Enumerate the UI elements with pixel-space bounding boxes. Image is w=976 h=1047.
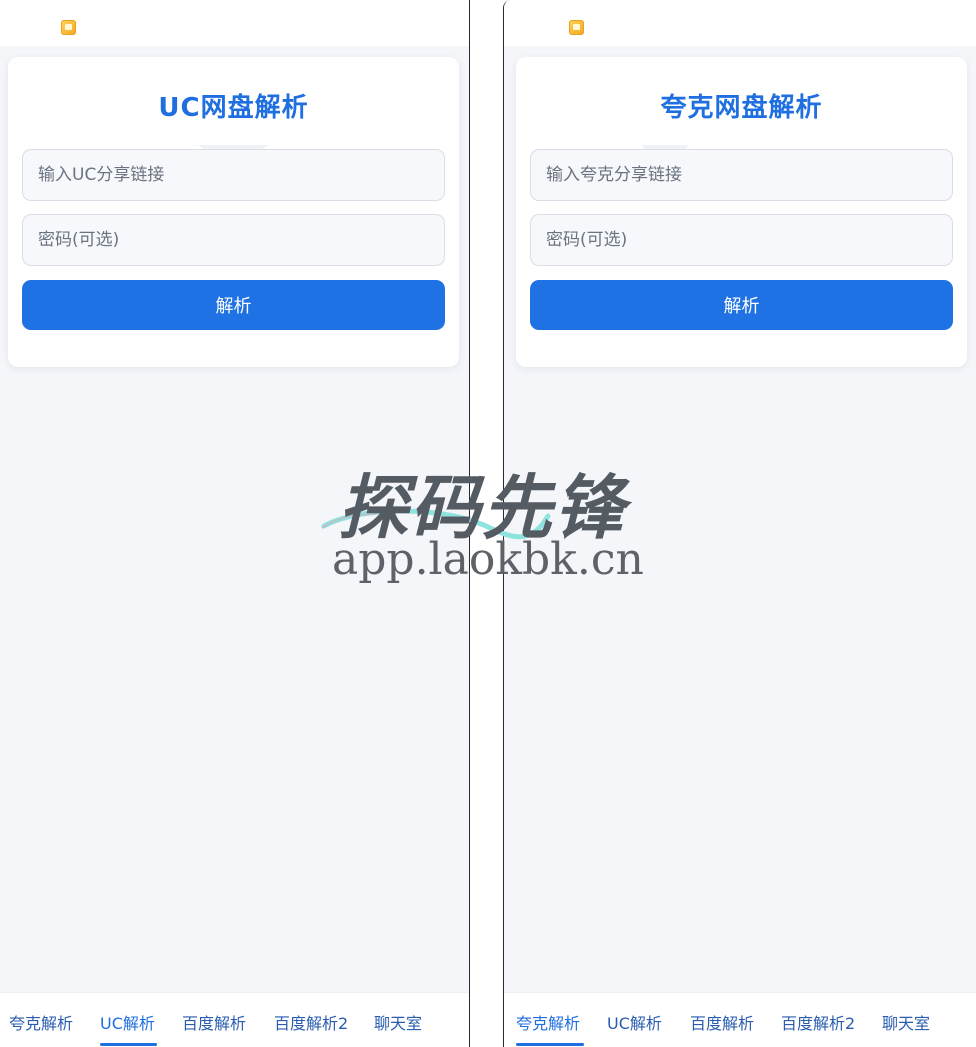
status-bar [504,0,976,46]
tab-chat-room[interactable]: 聊天室 [882,1010,930,1034]
tab-uc-parse[interactable]: UC解析 [607,1010,662,1034]
active-tab-indicator [516,1043,584,1046]
parser-card: 夸克网盘解析 解析 [516,57,967,367]
tab-quark-parse[interactable]: 夸克解析 [516,1010,580,1034]
parse-button[interactable]: 解析 [22,280,445,330]
page-title: UC网盘解析 [158,93,309,123]
tab-baidu-parse-2[interactable]: 百度解析2 [274,1010,348,1034]
bottom-tab-bar: 夸克解析 UC解析 百度解析 百度解析2 聊天室 [0,992,469,1047]
bottom-tab-bar: 夸克解析 UC解析 百度解析 百度解析2 聊天室 [504,992,976,1047]
tab-uc-parse[interactable]: UC解析 [100,1010,155,1034]
tab-quark-parse[interactable]: 夸克解析 [9,1010,73,1034]
parser-card: UC网盘解析 解析 [8,57,459,367]
password-input[interactable] [22,214,445,266]
password-input[interactable] [530,214,953,266]
tab-baidu-parse[interactable]: 百度解析 [690,1010,754,1034]
comparison-stage: UC网盘解析 解析 夸克解析 UC解析 百度解析 百度解析2 聊天室 夸克网盘解… [0,0,976,1047]
uc-parser-screen: UC网盘解析 解析 夸克解析 UC解析 百度解析 百度解析2 聊天室 [0,0,470,1047]
share-link-input[interactable] [530,149,953,201]
page-title: 夸克网盘解析 [660,93,823,123]
notification-icon [569,20,584,35]
share-link-input[interactable] [22,149,445,201]
quark-parser-screen: 夸克网盘解析 解析 夸克解析 UC解析 百度解析 百度解析2 聊天室 [503,0,976,1047]
notification-icon [61,20,76,35]
tab-baidu-parse[interactable]: 百度解析 [182,1010,246,1034]
tab-chat-room[interactable]: 聊天室 [374,1010,422,1034]
active-tab-indicator [100,1043,157,1046]
tab-baidu-parse-2[interactable]: 百度解析2 [781,1010,855,1034]
parse-button[interactable]: 解析 [530,280,953,330]
status-bar [0,0,469,46]
